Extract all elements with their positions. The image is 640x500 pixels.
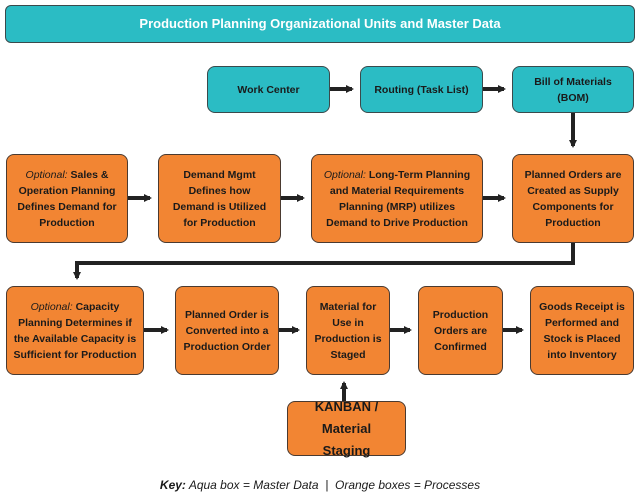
process-orders-confirmed: Production Orders are Confirmed [418,286,503,375]
master-data-work-center: Work Center [207,66,330,113]
process-text: Goods Receipt is Performed and Stock is … [539,300,625,361]
key-text: Aqua box = Master Data | Orange boxes = … [188,478,481,492]
process-text: Material for Use in Production is Staged [314,300,382,361]
key-prefix: Key: [159,478,186,492]
process-mrp: Optional: Long-Term Planning and Materia… [311,154,483,243]
optional-label: Optional: [323,168,366,181]
optional-label: Optional: [25,168,68,181]
process-text: Planned Order is Converted into a Produc… [183,308,271,353]
process-planned-orders: Planned Orders are Created as Supply Com… [512,154,634,243]
legend-key: Key: Aqua box = Master Data | Orange box… [0,478,640,492]
process-convert-order: Planned Order is Converted into a Produc… [175,286,279,375]
process-goods-receipt: Goods Receipt is Performed and Stock is … [530,286,634,375]
process-text: Demand Mgmt Defines how Demand is Utiliz… [172,168,267,229]
process-demand-mgmt: Demand Mgmt Defines how Demand is Utiliz… [158,154,281,243]
process-sales-operation-planning: Optional: Sales & Operation Planning Def… [6,154,128,243]
optional-label: Optional: [30,300,73,313]
diagram-title: Production Planning Organizational Units… [5,5,635,43]
master-data-bom: Bill of Materials (BOM) [512,66,634,113]
process-material-staged: Material for Use in Production is Staged [306,286,390,375]
arrow-planned-capacity [73,243,575,280]
master-data-routing: Routing (Task List) [360,66,483,113]
process-text: Planned Orders are Created as Supply Com… [524,168,622,229]
process-kanban: KANBAN / Material Staging [287,399,406,458]
process-capacity-planning: Optional: Capacity Planning Determines i… [6,286,144,375]
process-text: Production Orders are Confirmed [432,308,489,353]
